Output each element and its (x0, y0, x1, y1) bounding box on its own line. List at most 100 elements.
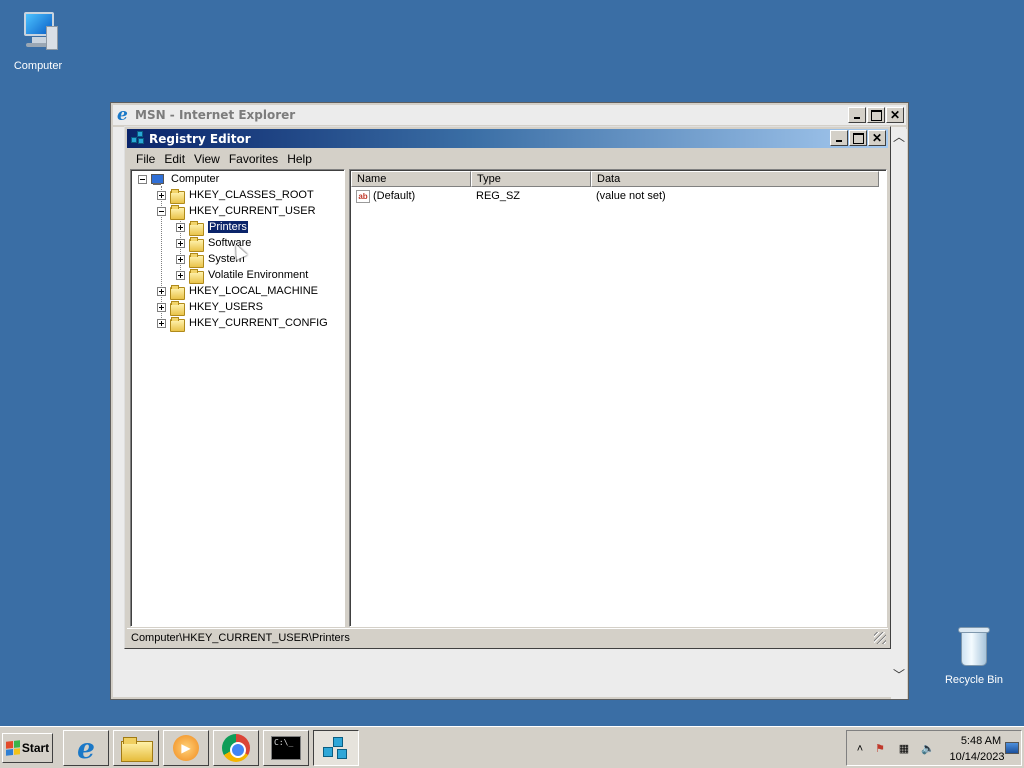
tree-item-computer[interactable]: Computer (138, 171, 219, 187)
show-desktop-icon[interactable] (1005, 742, 1019, 754)
tree-item-hkey-classes-root[interactable]: HKEY_CLASSES_ROOT (157, 187, 314, 204)
desktop-icon-recycle-bin[interactable]: Recycle Bin (936, 622, 1012, 686)
tree-item-label: HKEY_CURRENT_USER (189, 205, 316, 217)
tree-item-hkey-users[interactable]: HKEY_USERS (157, 299, 263, 316)
list-header: Name Type Data (351, 171, 886, 187)
folder-icon (170, 188, 185, 204)
folder-icon (170, 284, 185, 300)
taskbar-media-player[interactable]: ▶ (163, 730, 209, 766)
collapse-icon[interactable] (138, 174, 147, 184)
registry-editor-window[interactable]: Registry Editor File Edit View Favorites… (124, 126, 891, 649)
regedit-window-title: Registry Editor (149, 131, 251, 146)
expand-icon[interactable] (176, 222, 185, 232)
computer-icon (151, 173, 167, 186)
tree-item-label: HKEY_LOCAL_MACHINE (189, 285, 318, 297)
column-header-data[interactable]: Data (591, 171, 879, 187)
string-value-icon: ab (356, 189, 370, 203)
tree-item-hkey-current-user[interactable]: HKEY_CURRENT_USER (157, 203, 316, 220)
status-bar: Computer\HKEY_CURRENT_USER\Printers (127, 628, 888, 646)
regedit-window-controls (829, 130, 886, 146)
menu-edit[interactable]: Edit (161, 152, 191, 166)
column-header-type[interactable]: Type (471, 171, 591, 187)
taskbar-registry-editor[interactable] (313, 730, 359, 766)
column-header-name[interactable]: Name (351, 171, 471, 187)
clock-date[interactable]: 10/14/2023 (947, 751, 1007, 763)
resize-grip-icon[interactable] (874, 632, 886, 644)
taskbar-internet-explorer[interactable]: e (63, 730, 109, 766)
system-tray: ˄ ⚑ ▦ 🔈 5:48 AM 10/14/2023 (846, 730, 1022, 766)
scroll-up-icon[interactable]: ︿ (891, 129, 907, 145)
windows-logo-icon (5, 740, 20, 756)
folder-open-icon (170, 204, 185, 220)
value-data: (value not set) (596, 190, 666, 202)
volume-muted-icon[interactable]: 🔈 (921, 742, 935, 756)
network-icon[interactable]: ▦ (897, 742, 911, 756)
start-button[interactable]: Start (2, 733, 53, 763)
regedit-close-button[interactable] (868, 130, 886, 146)
folder-icon (189, 252, 204, 268)
desktop-icon-label: Computer (13, 60, 63, 72)
tree-item-hkey-local-machine[interactable]: HKEY_LOCAL_MACHINE (157, 283, 318, 300)
tree-item-label: Computer (171, 173, 220, 185)
expand-icon[interactable] (176, 270, 185, 280)
ie-minimize-button[interactable] (848, 107, 866, 123)
menu-view[interactable]: View (191, 152, 226, 166)
taskbar-chrome[interactable] (213, 730, 259, 766)
expand-icon[interactable] (176, 238, 185, 248)
registry-tree-pane[interactable]: Computer HKEY_CLASSES_ROOT HKEY_CURRENT_… (130, 169, 345, 627)
start-label: Start (21, 741, 50, 755)
ie-icon: e (117, 105, 128, 125)
collapse-icon[interactable] (157, 206, 166, 216)
regedit-maximize-button[interactable] (849, 130, 867, 146)
ie-titlebar[interactable]: e MSN - Internet Explorer (113, 105, 906, 125)
scroll-down-icon[interactable]: ﹀ (891, 667, 907, 683)
menu-bar: File Edit View Favorites Help (127, 149, 888, 169)
menu-help[interactable]: Help (284, 152, 318, 166)
menu-file[interactable]: File (133, 152, 161, 166)
regedit-icon (130, 130, 146, 146)
folder-icon (170, 300, 185, 316)
folder-icon (170, 316, 185, 332)
media-player-icon: ▶ (173, 735, 199, 761)
action-center-flag-icon[interactable]: ⚑ (873, 742, 887, 756)
regedit-titlebar[interactable]: Registry Editor (127, 129, 888, 148)
registry-values-pane[interactable]: Name Type Data ab (Default) REG_SZ (valu… (349, 169, 887, 627)
value-name: (Default) (373, 190, 416, 202)
chrome-icon (222, 734, 250, 762)
clock-time[interactable]: 5:48 AM (954, 735, 1008, 747)
regedit-minimize-button[interactable] (830, 130, 848, 146)
tree-item-hkey-current-config[interactable]: HKEY_CURRENT_CONFIG (157, 315, 328, 332)
ie-icon: e (77, 731, 95, 765)
ie-window-controls (847, 107, 904, 123)
ie-close-button[interactable] (886, 107, 904, 123)
desktop-icon-computer[interactable]: Computer (0, 8, 76, 72)
tree-item-volatile-environment[interactable]: Volatile Environment (176, 267, 308, 284)
cmd-icon: C:\_ (271, 736, 301, 760)
desktop-icon-label: Recycle Bin (944, 674, 1004, 686)
expand-icon[interactable] (176, 254, 185, 264)
value-type: REG_SZ (476, 190, 521, 202)
expand-icon[interactable] (157, 286, 166, 296)
expand-icon[interactable] (157, 302, 166, 312)
recycle-bin-icon (950, 622, 998, 670)
table-row[interactable]: ab (Default) REG_SZ (value not set) (351, 188, 666, 204)
computer-icon (14, 8, 62, 56)
tree-item-label: HKEY_CURRENT_CONFIG (189, 317, 328, 329)
folder-icon (189, 268, 204, 284)
ie-window-title: MSN - Internet Explorer (135, 108, 296, 122)
folder-icon (189, 220, 204, 236)
show-hidden-icons-icon[interactable]: ˄ (853, 742, 867, 756)
tree-item-label: HKEY_CLASSES_ROOT (189, 189, 314, 201)
status-path: Computer\HKEY_CURRENT_USER\Printers (131, 631, 350, 644)
tree-item-printers[interactable]: Printers (176, 219, 249, 236)
expand-icon[interactable] (157, 190, 166, 200)
ie-maximize-button[interactable] (867, 107, 885, 123)
ie-vertical-scrollbar[interactable]: ︿ ﹀ (891, 129, 907, 699)
tree-item-label: HKEY_USERS (189, 301, 263, 313)
tree-item-label-selected: Printers (207, 220, 249, 234)
taskbar-explorer[interactable] (113, 730, 159, 766)
taskbar: Start e ▶ C:\_ ˄ ⚑ ▦ 🔈 5:48 AM 10/14/202… (0, 726, 1024, 768)
taskbar-cmd[interactable]: C:\_ (263, 730, 309, 766)
menu-favorites[interactable]: Favorites (226, 152, 284, 166)
expand-icon[interactable] (157, 318, 166, 328)
